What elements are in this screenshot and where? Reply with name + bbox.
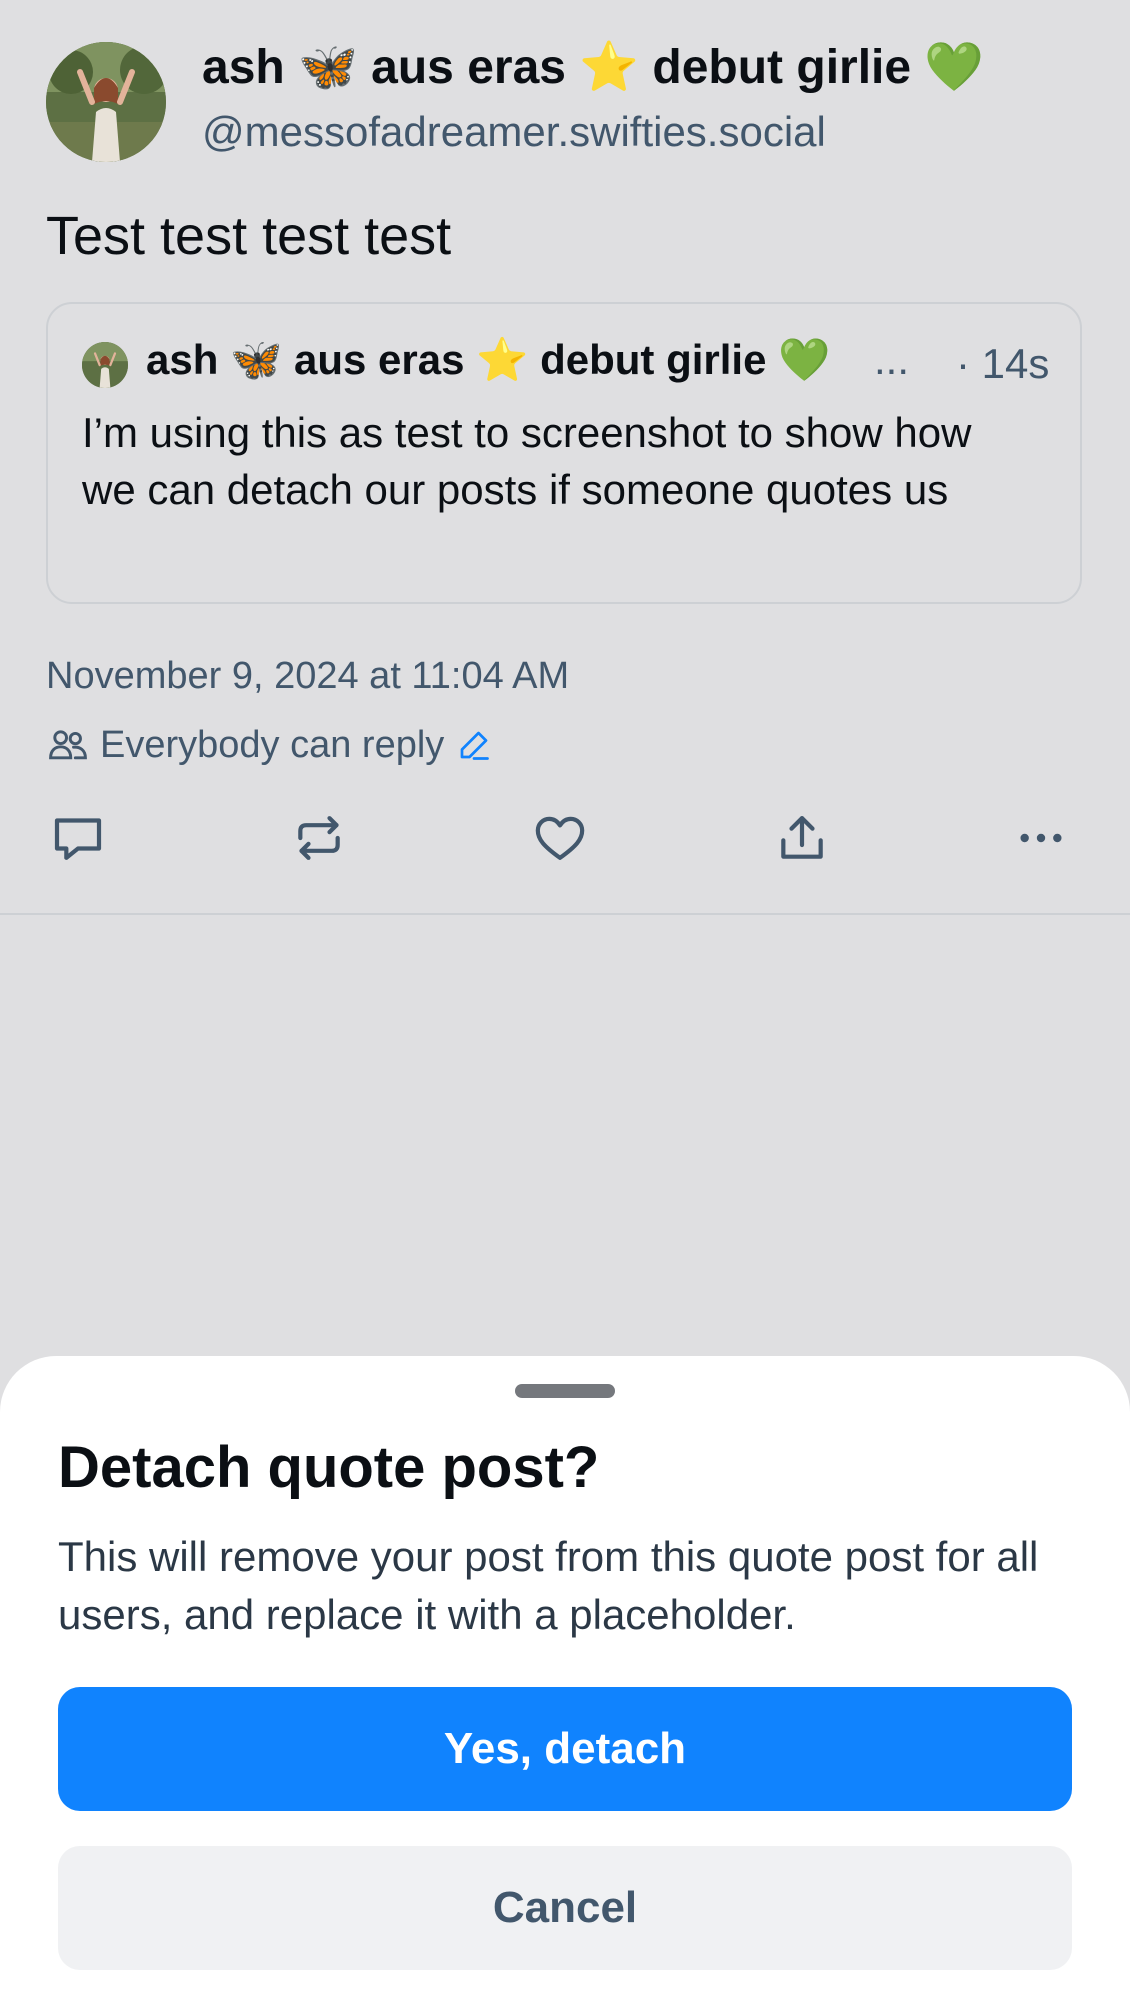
people-icon [49,730,87,760]
post-thread: ash 🦋 aus eras ⭐ debut girlie 💚 @messofa… [0,0,1130,915]
reply-button[interactable] [50,810,106,866]
author-handle[interactable]: @messofadreamer.swifties.social [202,108,826,156]
sheet-drag-handle[interactable] [515,1384,615,1398]
share-button[interactable] [774,810,830,866]
reply-setting-label: Everybody can reply [100,723,445,766]
repost-button[interactable] [291,810,347,866]
cancel-button[interactable]: Cancel [58,1846,1072,1970]
sheet-title: Detach quote post? [58,1435,600,1500]
repost-icon [298,816,340,860]
quote-timestamp: · 14s [956,340,1050,387]
author-avatar[interactable] [46,42,166,162]
more-options-button[interactable] [1013,810,1069,866]
avatar-photo [82,342,128,388]
pencil-icon[interactable] [456,727,492,763]
quote-text: I’m using this as test to screenshot to … [82,409,972,513]
sheet-description: This will remove your post from this quo… [58,1533,1039,1638]
confirm-detach-button[interactable]: Yes, detach [58,1687,1072,1811]
quote-author-name: ash 🦋 aus eras ⭐ debut girlie 💚 [146,336,831,383]
heart-icon [535,816,585,860]
more-icon [1020,833,1062,843]
post-text: Test test test test [46,206,452,266]
like-button[interactable] [532,810,588,866]
post-timestamp: November 9, 2024 at 11:04 AM [46,655,570,697]
quote-author-avatar [82,342,128,388]
detach-quote-sheet: Detach quote post? This will remove your… [0,1356,1130,2000]
reply-setting[interactable]: Everybody can reply [46,720,492,770]
share-icon [781,816,823,859]
reply-icon [54,818,102,860]
avatar-photo [46,42,166,162]
author-name[interactable]: ash 🦋 aus eras ⭐ debut girlie 💚 [202,38,984,95]
quote-name-ellipsis: ... [874,336,910,383]
quoted-post-card[interactable]: ash 🦋 aus eras ⭐ debut girlie 💚 ... · 14… [46,302,1082,604]
